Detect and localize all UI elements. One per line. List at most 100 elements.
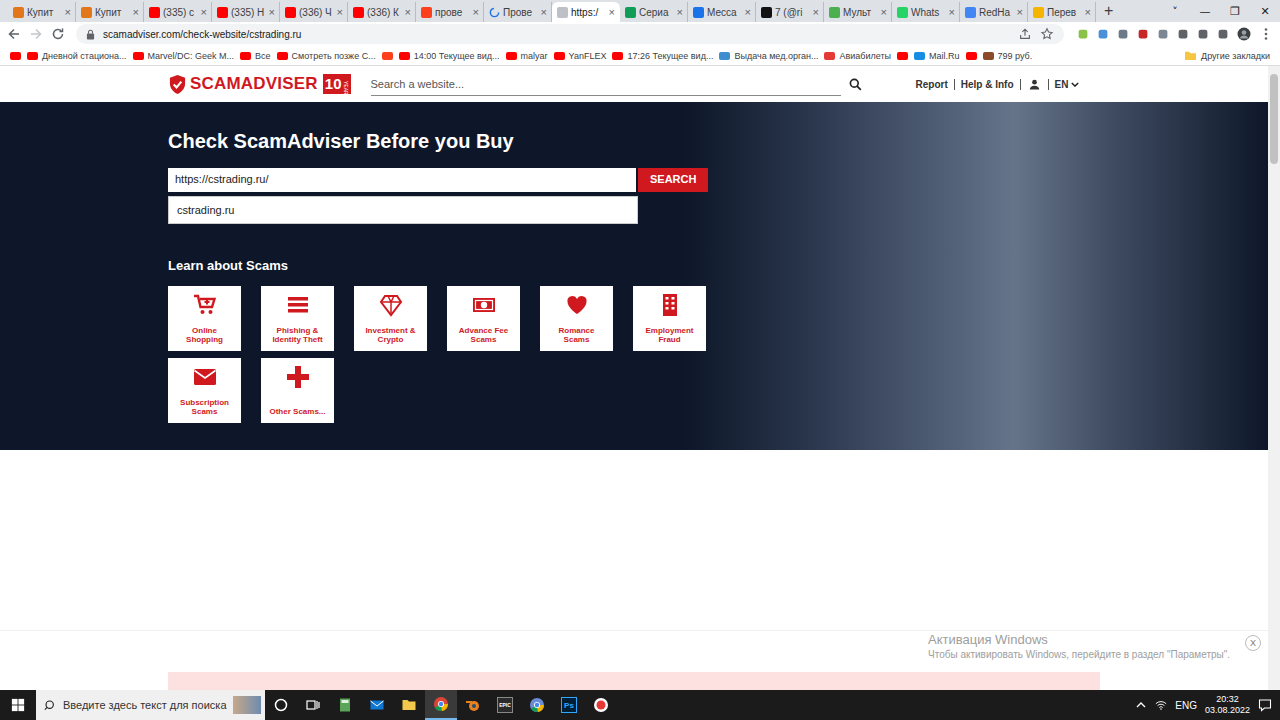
ad-close-button[interactable]: X (1245, 635, 1261, 651)
show-hidden-icons-icon[interactable] (1135, 699, 1147, 711)
taskbar-app[interactable] (361, 690, 393, 720)
taskbar-app[interactable] (425, 690, 457, 720)
scam-category-tile[interactable]: Other Scams... (261, 358, 334, 423)
bookmark-item[interactable]: Marvel/DC: Geek M... (133, 51, 235, 61)
header-link[interactable]: Help & Info (955, 79, 1021, 90)
tab-close-button[interactable]: × (133, 6, 139, 18)
bookmark-item[interactable]: 799 руб. (983, 51, 1033, 61)
extension-icon[interactable] (1196, 27, 1210, 41)
tab-close-button[interactable]: × (337, 6, 343, 18)
bookmark-item[interactable] (382, 52, 393, 60)
browser-tab[interactable]: (335) Н × (212, 2, 280, 22)
scam-category-tile[interactable]: Subscription Scams (168, 358, 241, 423)
bookmark-item[interactable] (966, 52, 977, 60)
language-selector[interactable]: EN (1049, 79, 1086, 90)
browser-tab[interactable]: RedHa × (960, 2, 1028, 22)
back-arrow-icon[interactable] (6, 26, 22, 42)
bookmark-item[interactable]: Дневной стациона... (27, 51, 127, 61)
clock[interactable]: 20:32 03.08.2022 (1205, 694, 1250, 716)
address-bar[interactable]: scamadviser.com/check-website/cstrading.… (76, 24, 1064, 44)
browser-tab[interactable]: (336) К × (348, 2, 416, 22)
taskbar-app[interactable] (297, 690, 329, 720)
website-search-field[interactable]: https://cstrading.ru/ (168, 168, 636, 192)
suggestion-item[interactable]: cstrading.ru (169, 197, 637, 223)
taskbar-app[interactable] (329, 690, 361, 720)
browser-tab[interactable]: Whats × (892, 2, 960, 22)
search-icon[interactable] (849, 78, 862, 91)
taskbar-app[interactable] (521, 690, 553, 720)
browser-tab[interactable]: прове × (416, 2, 484, 22)
network-icon[interactable] (1155, 699, 1167, 711)
forward-arrow-icon[interactable] (28, 26, 44, 42)
tab-close-button[interactable]: × (949, 6, 955, 18)
taskbar-app[interactable] (393, 690, 425, 720)
extension-icon[interactable] (1076, 27, 1090, 41)
browser-tab[interactable]: (335) с × (144, 2, 212, 22)
bookmark-item[interactable]: Выдача мед.орган... (719, 51, 818, 61)
window-control-button[interactable]: ❐ (1220, 5, 1250, 18)
taskbar-app[interactable] (457, 690, 489, 720)
user-icon[interactable] (1021, 79, 1049, 90)
scam-category-tile[interactable]: Online Shopping (168, 286, 241, 351)
notification-icon[interactable] (1258, 698, 1272, 712)
extension-icon[interactable] (1116, 27, 1130, 41)
tab-close-button[interactable]: × (745, 6, 751, 18)
extension-icon[interactable] (1156, 27, 1170, 41)
tab-close-button[interactable]: × (1085, 6, 1091, 18)
tab-close-button[interactable]: × (881, 6, 887, 18)
bookmark-item[interactable]: 14:00 Текущее вид... (399, 51, 500, 61)
bookmark-item[interactable]: malyar (506, 51, 548, 61)
extension-icon[interactable] (1176, 27, 1190, 41)
browser-tab[interactable]: Перев × (1028, 2, 1096, 22)
tab-close-button[interactable]: × (201, 6, 207, 18)
bookmark-item[interactable]: Все (240, 51, 271, 61)
new-tab-button[interactable]: + (1096, 2, 1121, 20)
taskbar-app[interactable]: Ps (553, 690, 585, 720)
menu-dots-icon[interactable] (1258, 26, 1274, 42)
browser-tab[interactable]: 7 (@ri × (756, 2, 824, 22)
tab-close-button[interactable]: × (1017, 6, 1023, 18)
tab-close-button[interactable]: × (405, 6, 411, 18)
bookmark-item[interactable] (897, 52, 908, 60)
taskbar-search[interactable]: Введите здесь текст для поиска (36, 690, 265, 720)
header-link[interactable]: Report (910, 79, 955, 90)
header-search-field[interactable]: Search a website... (371, 72, 841, 96)
bookmark-item[interactable]: Mail.Ru (914, 51, 960, 61)
scam-category-tile[interactable]: Romance Scams (540, 286, 613, 351)
tab-close-button[interactable]: × (609, 6, 615, 18)
browser-tab[interactable]: Сериа × (620, 2, 688, 22)
reload-icon[interactable] (50, 26, 66, 42)
tab-close-button[interactable]: × (541, 6, 547, 18)
tab-close-button[interactable]: × (269, 6, 275, 18)
window-control-button[interactable]: ✕ (1250, 5, 1280, 18)
browser-tab[interactable]: Купит × (76, 2, 144, 22)
browser-tab[interactable]: (336) Ч × (280, 2, 348, 22)
taskbar-app[interactable]: EPIC (489, 690, 521, 720)
other-bookmarks[interactable]: Другие закладки (1184, 50, 1270, 61)
browser-tab[interactable]: Купит × (8, 2, 76, 22)
bookmark-item[interactable]: Смотреть позже С... (277, 51, 376, 61)
profile-avatar-icon[interactable] (1236, 26, 1252, 42)
taskbar-app[interactable] (265, 690, 297, 720)
scam-category-tile[interactable]: Investment & Crypto (354, 286, 427, 351)
window-control-button[interactable]: ˅ (1160, 5, 1190, 18)
extension-icon[interactable] (1096, 27, 1110, 41)
bookmark-item[interactable]: 17:26 Текущее вид... (612, 51, 713, 61)
scam-category-tile[interactable]: Advance Fee Scams (447, 286, 520, 351)
bookmark-item[interactable]: Авиабилеты (824, 51, 891, 61)
tab-close-button[interactable]: × (65, 6, 71, 18)
scam-category-tile[interactable]: Employment Fraud (633, 286, 706, 351)
browser-tab[interactable]: Прове × (484, 2, 552, 22)
extension-icon[interactable] (1136, 27, 1150, 41)
site-logo[interactable]: SCAMADVISER 10 YEARS (168, 74, 351, 95)
browser-tab[interactable]: https:/ × (552, 2, 620, 22)
scrollbar[interactable] (1268, 66, 1280, 690)
tab-close-button[interactable]: × (677, 6, 683, 18)
lock-icon[interactable] (86, 29, 95, 40)
browser-tab[interactable]: Месса × (688, 2, 756, 22)
bookmark-item[interactable] (10, 52, 21, 60)
scam-category-tile[interactable]: Phishing & Identity Theft (261, 286, 334, 351)
taskbar-app[interactable] (585, 690, 617, 720)
tab-close-button[interactable]: × (473, 6, 479, 18)
star-icon[interactable] (1040, 27, 1054, 41)
